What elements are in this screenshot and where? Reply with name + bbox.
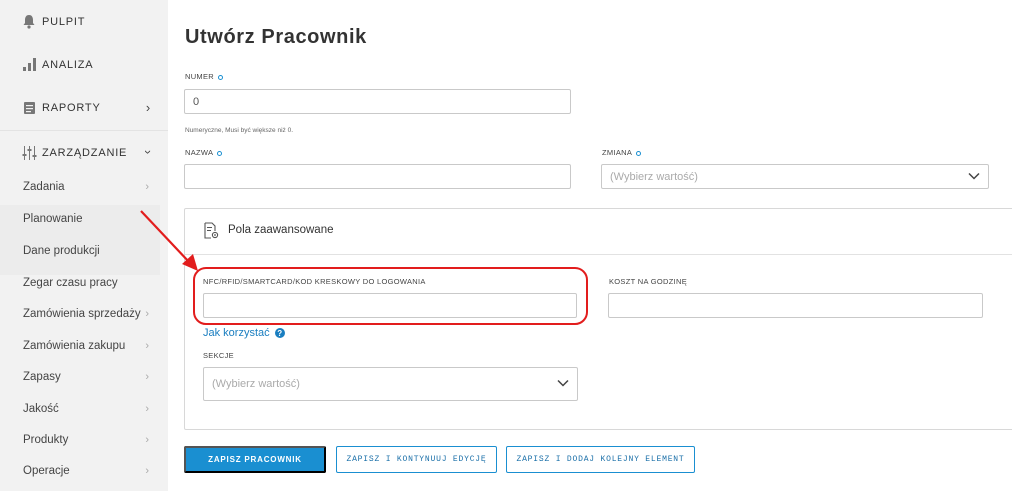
sidebar-item-zadania[interactable]: Zadania › [0, 171, 168, 203]
numer-hint: Numeryczne, Musi być większe niż 0. [185, 127, 294, 134]
chevron-right-icon: › [145, 371, 149, 383]
chevron-right-icon: › [145, 403, 149, 415]
sidebar-item-label: PULPIT [42, 15, 86, 28]
numer-label-text: NUMER [185, 72, 214, 81]
chevron-right-icon: › [145, 340, 149, 352]
numer-input[interactable]: 0 [184, 89, 571, 114]
save-add-another-button[interactable]: ZAPISZ I DODAJ KOLEJNY ELEMENT [506, 446, 695, 473]
numer-input-value: 0 [193, 95, 200, 108]
chevron-down-icon: › [140, 149, 156, 156]
sidebar-item-label: ZARZĄDZANIE [42, 146, 128, 159]
sidebar-item-label: RAPORTY [42, 101, 101, 114]
advanced-fields-title: Pola zaawansowane [228, 224, 334, 236]
chevron-down-icon [557, 378, 569, 390]
chevron-down-icon [968, 171, 980, 183]
sidebar-item-label: Zamówienia sprzedaży [23, 308, 141, 320]
save-continue-button[interactable]: ZAPISZ I KONTYNUUJ EDYCJĘ [336, 446, 497, 473]
bell-icon [21, 14, 37, 30]
chevron-right-icon: › [145, 181, 149, 193]
sidebar-item-label: Operacje [23, 465, 70, 477]
sidebar-item-pulpit[interactable]: PULPIT [0, 0, 168, 43]
required-dot-icon [217, 150, 223, 156]
numer-label: NUMER [185, 72, 223, 81]
annotation-highlight-circle [193, 267, 588, 325]
sidebar-item-zapasy[interactable]: Zapasy › [0, 361, 168, 393]
zmiana-label: ZMIANA [602, 148, 642, 157]
nazwa-label: NAZWA [185, 148, 223, 157]
zmiana-placeholder: (Wybierz wartość) [610, 170, 698, 183]
chevron-right-icon: › [145, 465, 149, 477]
bar-chart-icon [21, 57, 37, 73]
zmiana-label-text: ZMIANA [602, 148, 633, 157]
cost-label: KOSZT NA GODZINĘ [609, 277, 688, 286]
sekcje-label: SEKCJE [203, 351, 234, 360]
chevron-right-icon: › [145, 434, 149, 446]
sidebar-item-analiza[interactable]: ANALIZA [0, 43, 168, 86]
sidebar-item-label: ANALIZA [42, 58, 94, 71]
sliders-icon [21, 145, 37, 161]
sidebar-item-produkty[interactable]: Produkty › [0, 424, 168, 456]
sidebar-item-label: Produkty [23, 434, 69, 446]
sidebar-item-label: Jakość [23, 403, 59, 415]
cost-input[interactable] [608, 293, 983, 318]
sidebar-item-label: Dane produkcji [23, 245, 100, 257]
report-icon [21, 100, 37, 116]
sidebar-item-zarzadzanie[interactable]: ZARZĄDZANIE › [0, 131, 168, 174]
nazwa-label-text: NAZWA [185, 148, 214, 157]
sidebar-item-label: Planowanie [23, 213, 83, 225]
sidebar-item-label: Zegar czasu pracy [23, 277, 118, 289]
sidebar-item-zamowienia-zakupu[interactable]: Zamówienia zakupu › [0, 330, 168, 362]
sidebar-item-label: Zadania [23, 181, 65, 193]
zmiana-select[interactable]: (Wybierz wartość) [601, 164, 989, 189]
sidebar-item-jakosc[interactable]: Jakość › [0, 393, 168, 425]
help-link[interactable]: Jak korzystać ? [203, 327, 285, 339]
document-settings-icon [203, 222, 219, 245]
help-link-text: Jak korzystać [203, 327, 270, 339]
sidebar-item-label: Zamówienia zakupu [23, 340, 126, 352]
chevron-right-icon: › [145, 308, 149, 320]
required-dot-icon [218, 74, 223, 80]
chevron-right-icon: › [145, 100, 151, 115]
sekcje-select[interactable]: (Wybierz wartość) [203, 367, 578, 401]
advanced-fields-header[interactable]: Pola zaawansowane [185, 209, 1012, 255]
save-employee-button[interactable]: ZAPISZ PRACOWNIK [184, 446, 326, 473]
question-icon: ? [274, 328, 285, 339]
page-title: Utwórz Pracownik [185, 26, 367, 48]
sidebar-item-zamowienia-sprzedazy[interactable]: Zamówienia sprzedaży › [0, 298, 168, 330]
sidebar-item-operacje[interactable]: Operacje › [0, 455, 168, 487]
nazwa-input[interactable] [184, 164, 571, 189]
required-dot-icon [636, 150, 642, 156]
sidebar-item-raporty[interactable]: RAPORTY › [0, 86, 168, 129]
annotation-arrow-icon [140, 210, 198, 271]
sidebar-item-label: Zapasy [23, 371, 61, 383]
sekcje-placeholder: (Wybierz wartość) [212, 378, 300, 390]
